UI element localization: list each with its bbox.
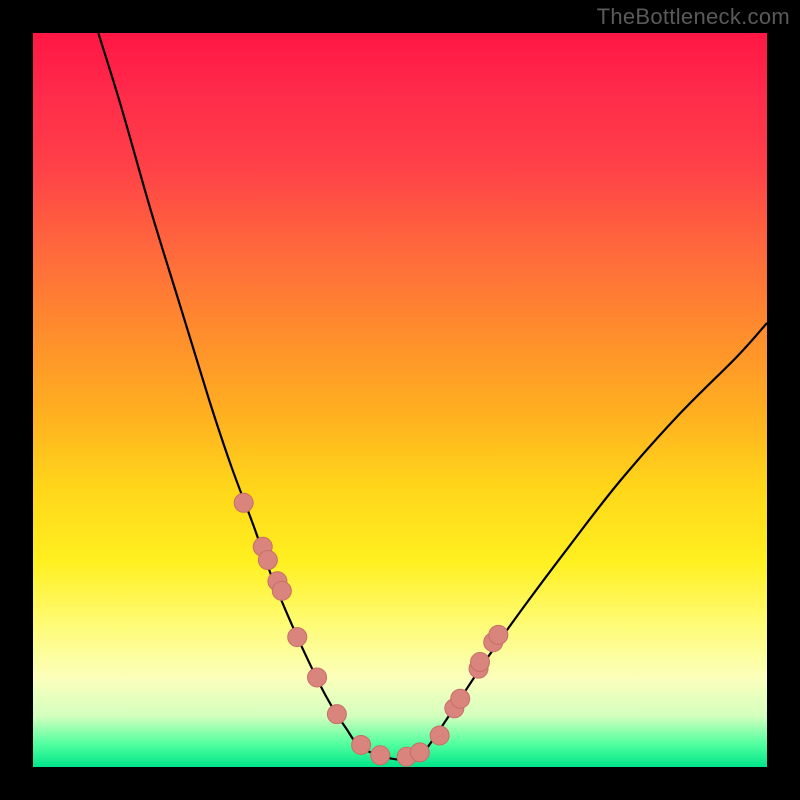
data-markers	[234, 493, 508, 766]
data-marker	[327, 705, 346, 724]
data-marker	[352, 735, 371, 754]
main-curve	[98, 33, 767, 760]
data-marker	[258, 551, 277, 570]
chart-frame: TheBottleneck.com	[0, 0, 800, 800]
data-marker	[451, 689, 470, 708]
data-marker	[308, 668, 327, 687]
data-marker	[371, 746, 390, 765]
data-marker	[234, 493, 253, 512]
data-marker	[471, 653, 490, 672]
data-marker	[272, 581, 291, 600]
data-marker	[288, 628, 307, 647]
chart-svg-layer	[33, 33, 767, 767]
watermark-text: TheBottleneck.com	[597, 4, 790, 30]
data-marker	[489, 625, 508, 644]
data-marker	[410, 743, 429, 762]
data-marker	[430, 726, 449, 745]
